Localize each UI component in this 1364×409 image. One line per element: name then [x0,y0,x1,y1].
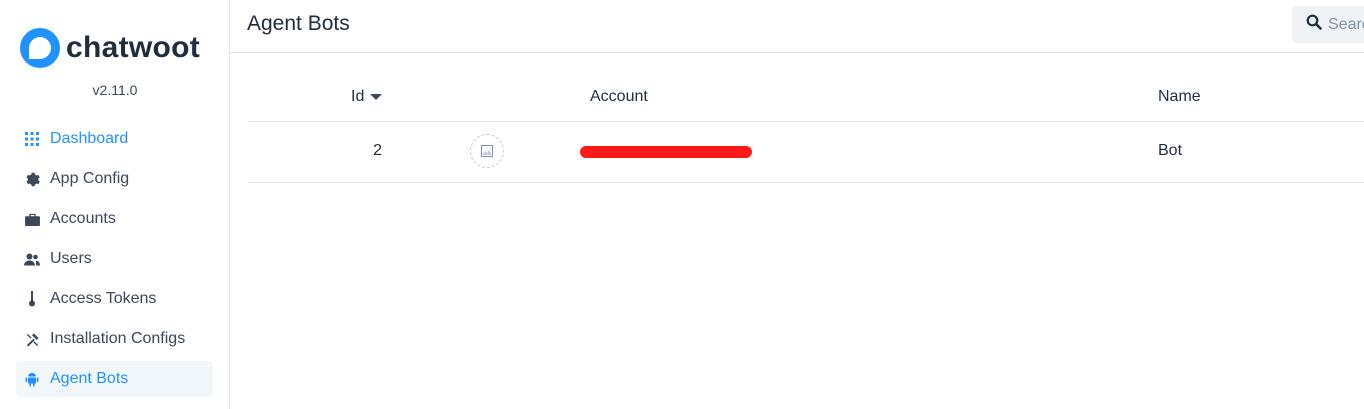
redacted-account [580,146,752,158]
column-label: Name [1158,88,1201,105]
page-title: Agent Bots [247,12,350,35]
table-row[interactable]: 2 Bot [248,122,1364,183]
cell-name[interactable]: Bot [1158,142,1182,160]
version-label: v2.11.0 [92,82,138,98]
sidebar-item-label: App Config [50,170,130,187]
briefcase-icon [24,211,40,227]
tools-icon [24,331,40,347]
brand-name: chatwoot [66,31,201,64]
sidebar-item-accounts[interactable]: Accounts [16,201,213,237]
column-label: Account [590,88,648,105]
users-icon [24,251,40,267]
sidebar-item-dashboard[interactable]: Dashboard [16,121,213,157]
sidebar-item-label: Installation Configs [50,330,186,347]
sidebar-item-label: Agent Bots [50,370,129,387]
table-header: Id Account Name [248,70,1364,122]
broken-image-icon [481,145,493,157]
search-icon [1306,14,1322,35]
sidebar-item-label: Dashboard [50,130,129,147]
cell-id[interactable]: 2 [248,142,382,160]
search-input[interactable] [1328,15,1364,34]
column-label: Id [351,88,365,105]
column-header-name[interactable]: Name [1158,88,1201,106]
sort-desc-icon [370,93,383,100]
gear-icon [24,171,40,187]
bot-avatar [470,134,504,168]
sidebar-item-label: Access Tokens [50,290,157,307]
page-header: Agent Bots [230,0,1364,53]
sidebar-item-app-config[interactable]: App Config [16,161,213,197]
chatwoot-logo-icon [20,28,60,68]
sidebar-item-agent-bots[interactable]: Agent Bots [16,361,213,397]
sidebar-item-label: Users [50,250,92,267]
brand[interactable]: chatwoot [20,28,200,68]
column-header-account[interactable]: Account [590,88,648,106]
sidebar-item-users[interactable]: Users [16,241,213,277]
grid-icon [24,131,40,147]
app-root: chatwoot v2.11.0 Dashboard App Config Ac… [0,0,1364,409]
sidebar-item-label: Accounts [50,210,116,227]
search-box[interactable] [1292,6,1364,43]
column-header-id[interactable]: Id [351,88,383,106]
sidebar-item-installation-configs[interactable]: Installation Configs [16,321,213,357]
sidebar-nav: Dashboard App Config Accounts Users Acce… [16,121,213,401]
agent-bots-table: Id Account Name 2 Bot [248,70,1364,183]
android-icon [24,371,40,387]
sidebar: chatwoot v2.11.0 Dashboard App Config Ac… [0,0,230,409]
key-icon [24,291,40,307]
sidebar-item-access-tokens[interactable]: Access Tokens [16,281,213,317]
